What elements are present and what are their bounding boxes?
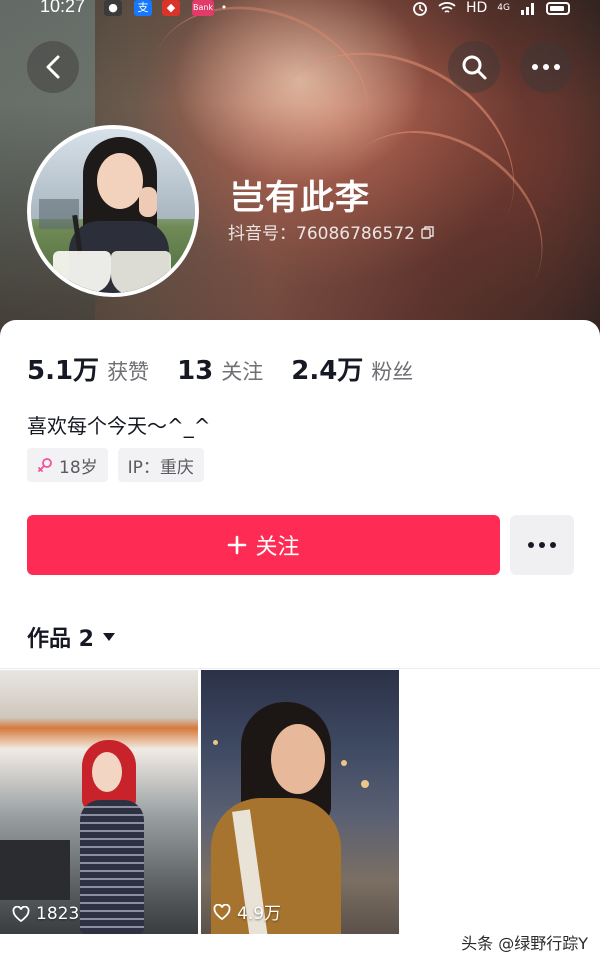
profile-bio: 喜欢每个今天～^_^ <box>27 414 211 438</box>
status-bar: 10:27 ● 支 ◆ Bank • HD 4G <box>0 0 600 22</box>
douyin-id[interactable]: 抖音号：76086786572 <box>228 219 435 244</box>
search-button[interactable] <box>448 41 500 93</box>
more-horizontal-icon <box>528 542 556 548</box>
follow-button[interactable]: 关注 <box>27 515 500 575</box>
watermark: 头条 @绿野行踪Y <box>461 934 588 953</box>
stat-value: 2.4万 <box>291 356 364 386</box>
follow-label: 关注 <box>255 535 300 560</box>
video-likes-count: 1823 <box>36 904 80 924</box>
stat-following[interactable]: 13 关注 <box>177 356 263 386</box>
stat-likes[interactable]: 5.1万 获赞 <box>27 350 149 387</box>
chevron-left-icon <box>46 55 60 79</box>
search-icon <box>462 55 487 80</box>
signal-label: 4G <box>497 3 510 13</box>
female-icon <box>38 458 52 472</box>
stat-label: 关注 <box>221 360 264 384</box>
more-options-button[interactable] <box>520 41 572 93</box>
avatar[interactable] <box>27 125 199 297</box>
video-likes: 1823 <box>12 904 79 924</box>
video-thumbnail[interactable]: 1823 <box>0 670 198 934</box>
alipay-icon: 支 <box>134 0 152 16</box>
profile-nickname: 岂有此李 <box>230 178 370 218</box>
more-notifications-icon: • <box>220 1 228 14</box>
works-title-label: 作品 2 <box>27 627 94 652</box>
video-thumbnail[interactable]: 4.9万 <box>201 670 399 934</box>
more-horizontal-icon <box>532 64 560 70</box>
status-time: 10:27 <box>40 0 86 16</box>
stat-value: 13 <box>177 356 214 386</box>
tag-age: 18岁 <box>27 448 108 482</box>
video-likes-count: 4.9万 <box>237 904 282 924</box>
stat-label: 粉丝 <box>371 360 414 384</box>
tag-ip-location: IP：重庆 <box>117 448 204 482</box>
stat-label: 获赞 <box>107 360 150 384</box>
profile-stats: 5.1万 获赞 13 关注 2.4万 粉丝 <box>27 350 441 387</box>
stat-value: 5.1万 <box>27 356 100 386</box>
video-likes: 4.9万 <box>213 899 281 924</box>
tab-works[interactable]: 作品 2 <box>27 621 116 653</box>
heart-icon <box>213 903 231 920</box>
stat-followers[interactable]: 2.4万 粉丝 <box>291 350 413 387</box>
network-label: HD <box>465 0 488 16</box>
profile-card: 5.1万 获赞 13 关注 2.4万 粉丝 喜欢每个今天～^_^ 18岁 IP：… <box>0 320 600 966</box>
signal-icon <box>521 3 534 15</box>
bank-app-icon: Bank <box>192 0 214 16</box>
app-notification-icon: ◆ <box>162 0 180 16</box>
caret-down-icon <box>102 633 115 641</box>
divider <box>0 668 600 669</box>
tag-label: IP：重庆 <box>127 457 194 478</box>
battery-icon <box>546 1 570 15</box>
profile-cover: 10:27 ● 支 ◆ Bank • HD 4G 岂有此李 抖音号：760867… <box>0 0 600 345</box>
heart-icon <box>12 906 30 922</box>
back-button[interactable] <box>27 41 79 93</box>
profile-tags: 18岁 IP：重庆 <box>27 448 204 482</box>
wifi-icon <box>438 2 456 13</box>
plus-icon <box>228 535 247 555</box>
chat-app-icon: ● <box>104 0 122 16</box>
follow-more-button[interactable] <box>510 515 574 575</box>
douyin-id-text: 抖音号：76086786572 <box>228 224 415 244</box>
copy-icon[interactable] <box>421 225 435 239</box>
alarm-icon <box>413 2 427 16</box>
tag-label: 18岁 <box>59 457 98 478</box>
